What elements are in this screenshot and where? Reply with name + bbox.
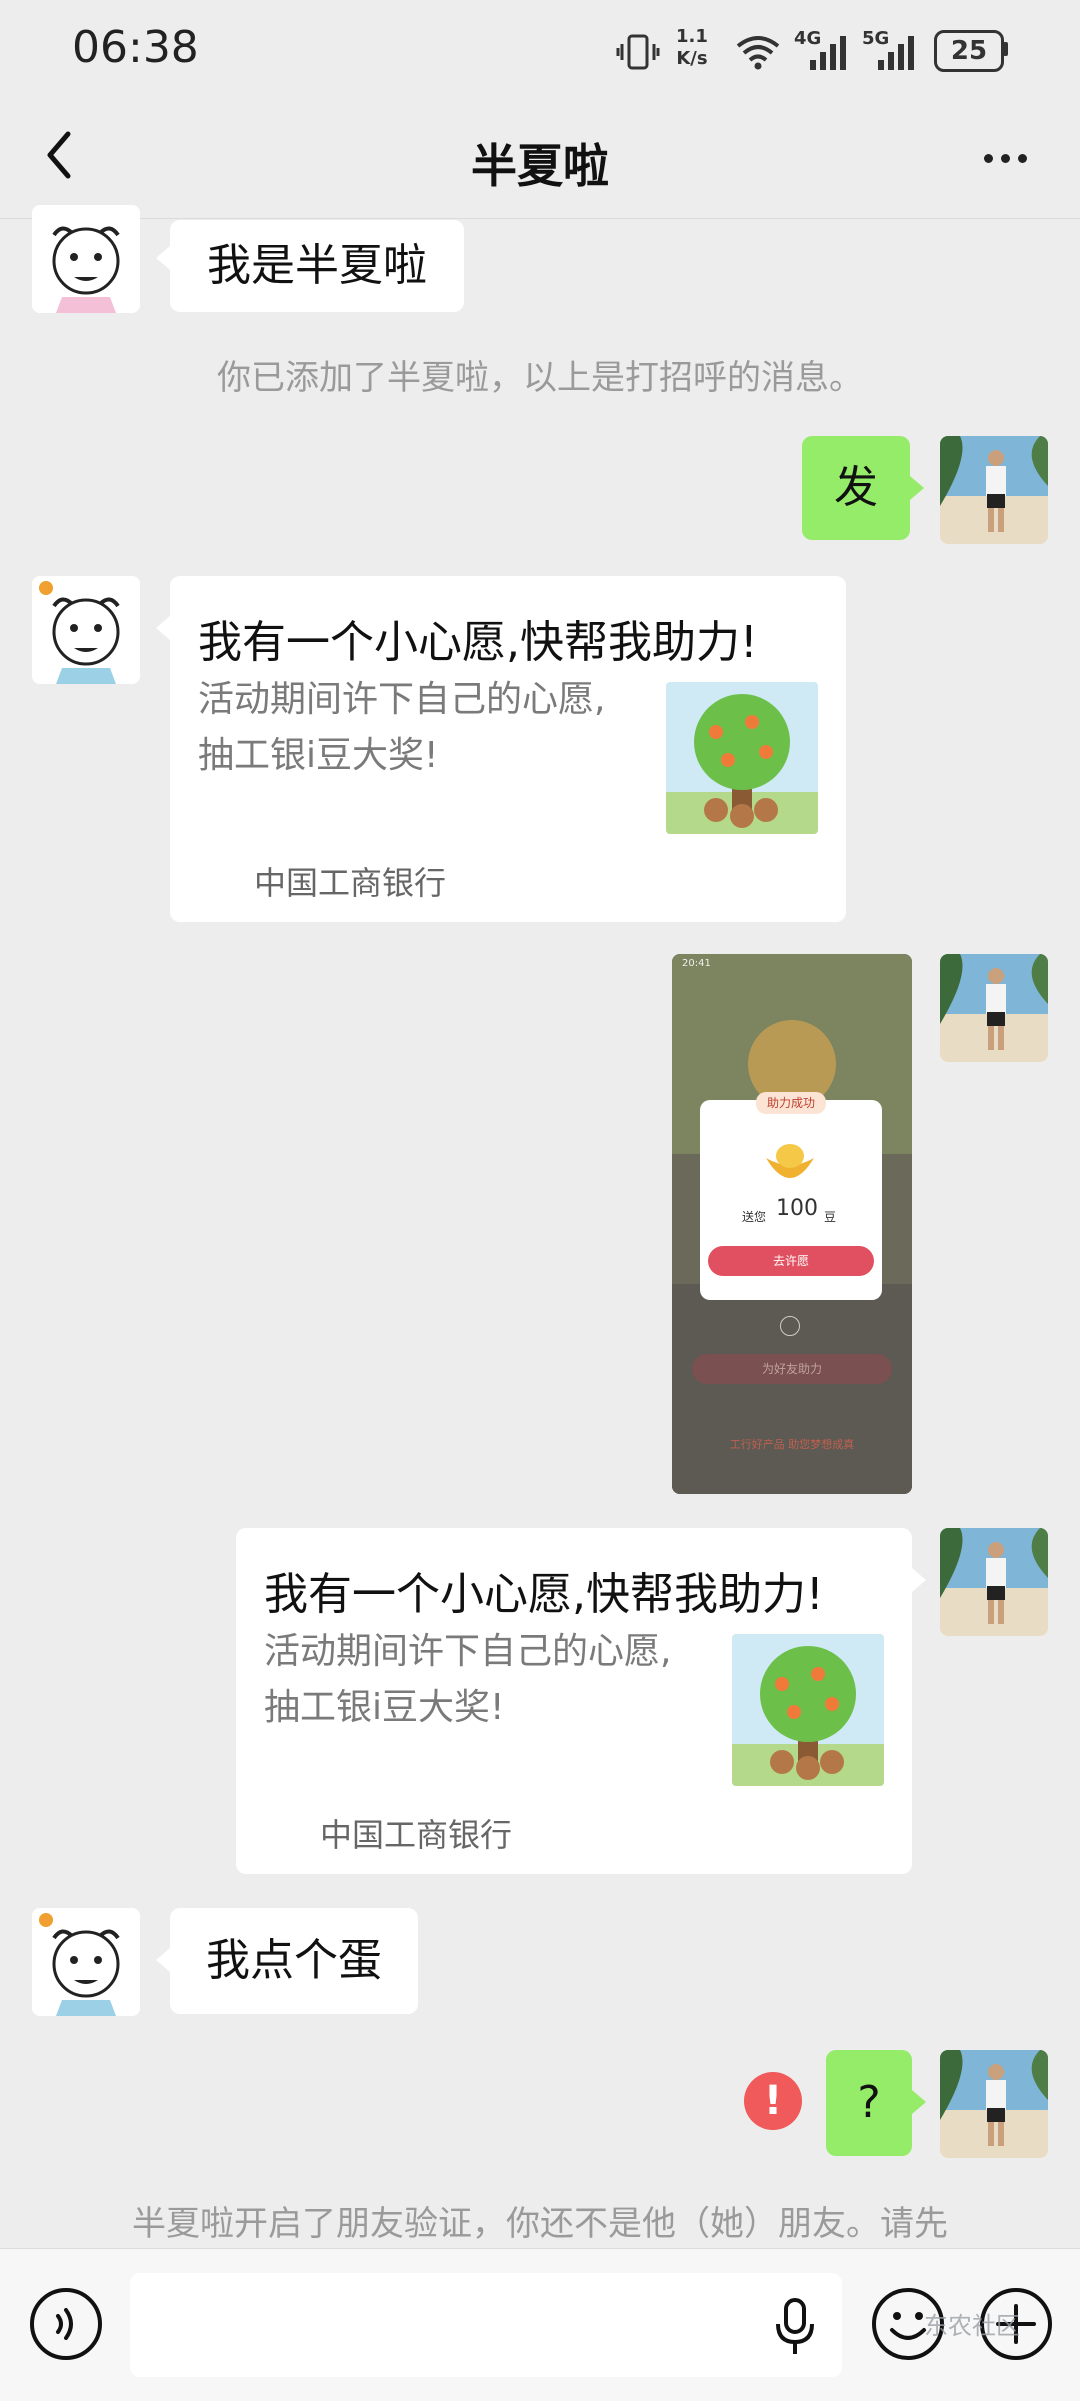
- net-speed: 1.1 K/s: [676, 26, 708, 69]
- signal-bars-icon: [878, 36, 914, 70]
- card-desc-line2: 抽工银i豆大奖!: [198, 735, 439, 776]
- share-card-sent[interactable]: 我有一个小心愿,快帮我助力! 活动期间许下自己的心愿, 抽工银i豆大奖! 中国工…: [236, 1528, 912, 1874]
- my-avatar[interactable]: [940, 436, 1048, 544]
- shot-footer: 工行好产品 助您梦想成真: [729, 1438, 855, 1451]
- friend-avatar[interactable]: [32, 205, 140, 313]
- status-time: 06:38: [72, 22, 199, 73]
- shot-gift-prefix: 送您: [742, 1210, 767, 1224]
- share-card-received[interactable]: 我有一个小心愿,快帮我助力! 活动期间许下自己的心愿, 抽工银i豆大奖! 中国工…: [170, 576, 846, 922]
- bank-logo-icon: [264, 1806, 284, 1826]
- card-desc-line2: 抽工银i豆大奖!: [264, 1687, 505, 1728]
- vibrate-icon: [616, 34, 660, 70]
- card-title: 我有一个小心愿,快帮我助力!: [264, 1569, 824, 1620]
- bank-logo-icon: [198, 854, 218, 874]
- battery-tip: [1003, 42, 1008, 56]
- my-avatar[interactable]: [940, 954, 1048, 1062]
- send-failed-icon[interactable]: !: [744, 2072, 802, 2130]
- bubble-tail: [912, 2090, 926, 2114]
- shot-popup-title: 助力成功: [756, 1092, 826, 1114]
- message-input[interactable]: [130, 2273, 842, 2377]
- page-title: 半夏啦: [471, 139, 609, 193]
- sent-image[interactable]: 20:41 助力成功 送您 100 豆 去许愿 为好友助力 工行好产品 助您梦想…: [672, 954, 912, 1494]
- system-message-added: 你已添加了半夏啦，以上是打招呼的消息。: [217, 358, 863, 398]
- card-thumbnail: [666, 682, 818, 834]
- shot-bottom-button: 为好友助力: [761, 1362, 822, 1376]
- gold-ingot-icon: [766, 1144, 814, 1178]
- message-bubble-received[interactable]: 我是半夏啦: [170, 220, 464, 312]
- divider: [0, 218, 1080, 219]
- friend-avatar[interactable]: [32, 1908, 140, 2016]
- card-desc-line1: 活动期间许下自己的心愿,: [264, 1631, 672, 1672]
- bubble-tail: [156, 616, 170, 640]
- watermark: 东农社区: [924, 2312, 1020, 2340]
- bubble-tail: [912, 1568, 926, 1592]
- more-horizontal-icon[interactable]: [980, 148, 1031, 167]
- wifi-icon: [736, 36, 780, 70]
- my-avatar[interactable]: [940, 1528, 1048, 1636]
- card-title: 我有一个小心愿,快帮我助力!: [198, 617, 758, 668]
- card-thumbnail: [732, 1634, 884, 1786]
- message-bubble-received[interactable]: 我点个蛋: [170, 1908, 418, 2014]
- message-bubble-sent[interactable]: 发: [802, 436, 910, 540]
- card-source: 中国工商银行: [320, 1816, 513, 1854]
- bubble-tail: [156, 1948, 170, 1972]
- bubble-tail: [910, 476, 924, 500]
- shot-popup-button: 去许愿: [708, 1246, 874, 1276]
- friend-avatar[interactable]: [32, 576, 140, 684]
- shot-close-icon: [780, 1316, 800, 1336]
- system-message-verify: 半夏啦开启了朋友验证，你还不是他（她）朋友。请先: [132, 2204, 948, 2244]
- shot-gift-unit: 豆: [824, 1210, 837, 1224]
- shot-popup: 助力成功 送您 100 豆 去许愿: [700, 1092, 882, 1300]
- card-source: 中国工商银行: [254, 864, 447, 902]
- battery-icon: 25: [934, 30, 1004, 72]
- message-bubble-sent[interactable]: ?: [826, 2050, 912, 2156]
- voice-icon[interactable]: [28, 2286, 104, 2362]
- bubble-tail: [156, 246, 170, 270]
- my-avatar[interactable]: [940, 2050, 1048, 2158]
- shot-gift-amount: 100: [776, 1196, 818, 1221]
- card-desc-line1: 活动期间许下自己的心愿,: [198, 679, 606, 720]
- microphone-icon[interactable]: [770, 2296, 820, 2358]
- shot-time: 20:41: [682, 958, 711, 969]
- status-bar: 06:38 1.1 K/s 4G 5G 25: [0, 0, 1080, 100]
- signal-bars-icon: [810, 36, 846, 70]
